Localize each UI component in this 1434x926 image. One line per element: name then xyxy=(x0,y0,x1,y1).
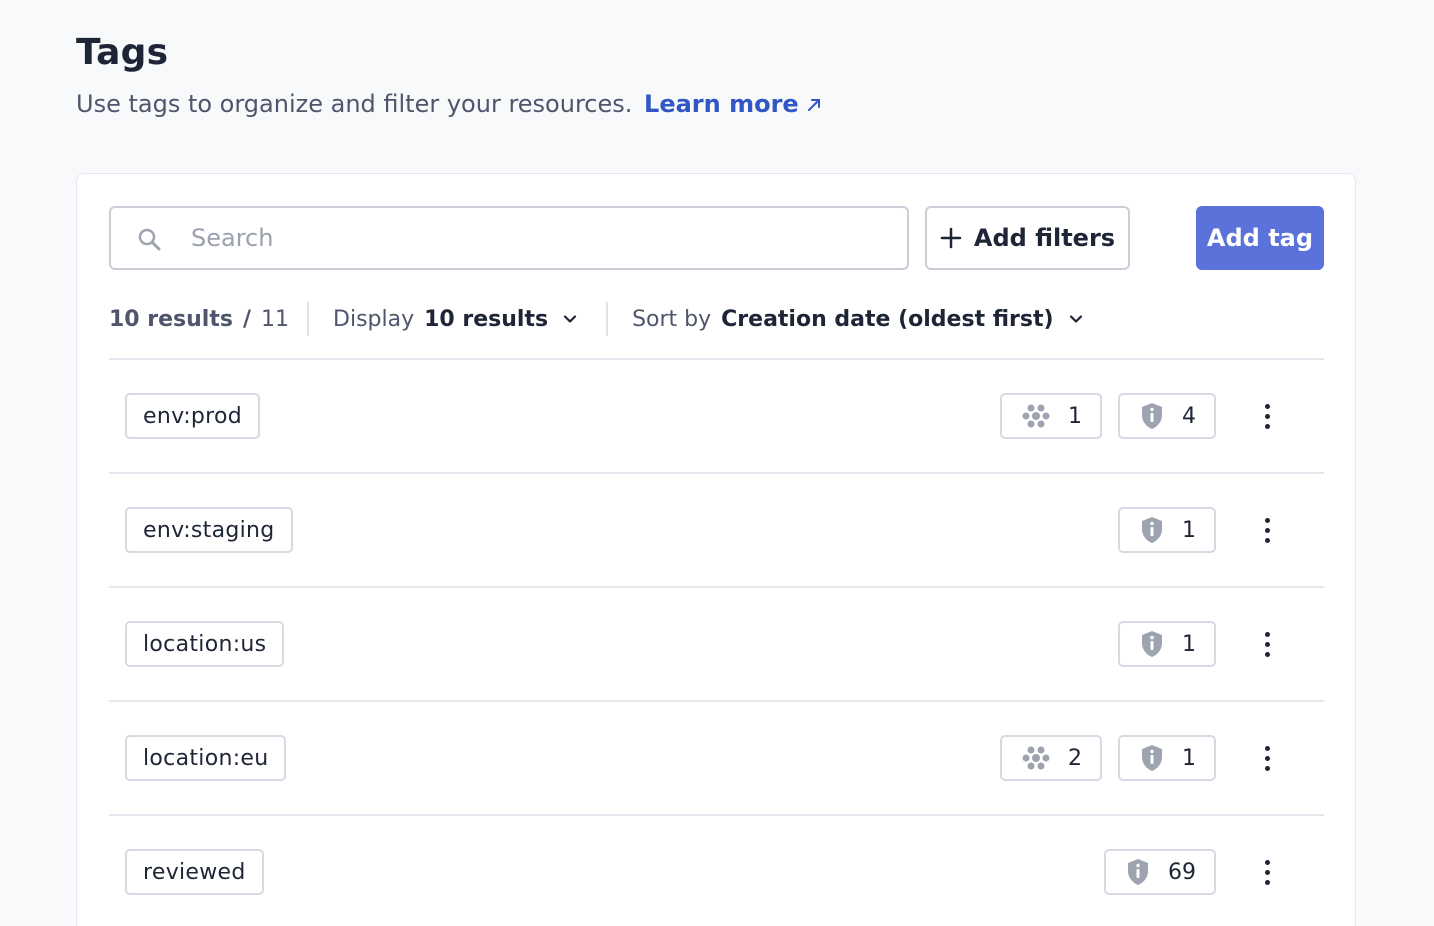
search-input[interactable] xyxy=(191,224,891,252)
tag-row: env:prod 1 4 xyxy=(109,358,1324,472)
tag-row: env:staging 1 xyxy=(109,472,1324,586)
toolbar-divider xyxy=(307,302,310,336)
toolbar-divider xyxy=(606,302,609,336)
results-total: 11 xyxy=(261,306,290,332)
policy-count: 1 xyxy=(1182,631,1196,657)
tag-counts: 1 4 xyxy=(1000,393,1216,439)
add-tag-button[interactable]: Add tag xyxy=(1196,206,1324,270)
search-box[interactable] xyxy=(109,206,909,270)
display-dropdown[interactable]: Display 10 results xyxy=(333,307,578,332)
plus-icon xyxy=(940,227,962,249)
policy-count: 4 xyxy=(1182,403,1196,429)
tag-counts: 69 xyxy=(1104,849,1216,895)
cluster-icon xyxy=(1022,404,1050,428)
results-count: 10 results xyxy=(109,306,233,332)
shield-info-icon xyxy=(1142,517,1162,543)
policy-count: 1 xyxy=(1182,745,1196,771)
shield-info-icon xyxy=(1142,745,1162,771)
shield-info-icon xyxy=(1142,403,1162,429)
cluster-count: 2 xyxy=(1068,745,1082,771)
add-filters-button[interactable]: Add filters xyxy=(925,206,1130,270)
results-separator: / xyxy=(242,306,252,332)
external-link-icon xyxy=(807,99,820,111)
policy-count-badge[interactable]: 69 xyxy=(1104,849,1216,895)
sort-dropdown[interactable]: Sort by Creation date (oldest first) xyxy=(632,307,1084,332)
policy-count: 69 xyxy=(1168,859,1196,885)
tag-pill[interactable]: env:prod xyxy=(125,393,261,439)
add-filters-label: Add filters xyxy=(973,224,1116,252)
cluster-icon xyxy=(1022,746,1050,770)
policy-count-badge[interactable]: 1 xyxy=(1118,735,1216,781)
policy-count-badge[interactable]: 1 xyxy=(1118,507,1216,553)
shield-info-icon xyxy=(1142,631,1162,657)
tag-counts: 1 xyxy=(1118,507,1216,553)
tags-card: Add filters Add tag 10 results / 11 Disp… xyxy=(76,173,1356,926)
chevron-down-icon xyxy=(563,315,577,323)
display-label: Display xyxy=(333,306,415,332)
learn-more-label: Learn more xyxy=(644,90,799,118)
tag-list: env:prod 1 4 env:staging 1 location:us 1… xyxy=(109,358,1324,926)
kebab-menu-icon[interactable] xyxy=(1250,849,1284,895)
tag-pill[interactable]: location:us xyxy=(125,621,285,667)
policy-count-badge[interactable]: 4 xyxy=(1118,393,1216,439)
policy-count-badge[interactable]: 1 xyxy=(1118,621,1216,667)
cluster-count-badge[interactable]: 1 xyxy=(1000,393,1102,439)
sort-value: Creation date (oldest first) xyxy=(721,306,1054,332)
tag-counts: 1 xyxy=(1118,621,1216,667)
results-toolbar: 10 results / 11 Display 10 results Sort … xyxy=(109,302,1084,336)
kebab-menu-icon[interactable] xyxy=(1250,735,1284,781)
tag-counts: 2 1 xyxy=(1000,735,1216,781)
learn-more-link[interactable]: Learn more xyxy=(644,90,823,118)
policy-count: 1 xyxy=(1182,517,1196,543)
tag-row: location:us 1 xyxy=(109,586,1324,700)
search-icon xyxy=(138,228,161,251)
cluster-count: 1 xyxy=(1068,403,1082,429)
tag-pill[interactable]: reviewed xyxy=(125,849,264,895)
display-value: 10 results xyxy=(424,306,549,332)
sort-label: Sort by xyxy=(632,306,712,332)
page-title: Tags xyxy=(76,32,169,73)
kebab-menu-icon[interactable] xyxy=(1250,621,1284,667)
page-subtitle: Use tags to organize and filter your res… xyxy=(76,90,823,118)
tags-page: Tags Use tags to organize and filter you… xyxy=(0,0,1434,926)
tag-pill[interactable]: env:staging xyxy=(125,507,293,553)
chevron-down-icon xyxy=(1069,315,1082,323)
shield-info-icon xyxy=(1128,859,1148,885)
tag-pill[interactable]: location:eu xyxy=(125,735,287,781)
kebab-menu-icon[interactable] xyxy=(1250,393,1284,439)
kebab-menu-icon[interactable] xyxy=(1250,507,1284,553)
cluster-count-badge[interactable]: 2 xyxy=(1000,735,1102,781)
tag-row: reviewed 69 xyxy=(109,814,1324,926)
subtitle-text: Use tags to organize and filter your res… xyxy=(76,90,633,118)
tag-row: location:eu 2 1 xyxy=(109,700,1324,814)
